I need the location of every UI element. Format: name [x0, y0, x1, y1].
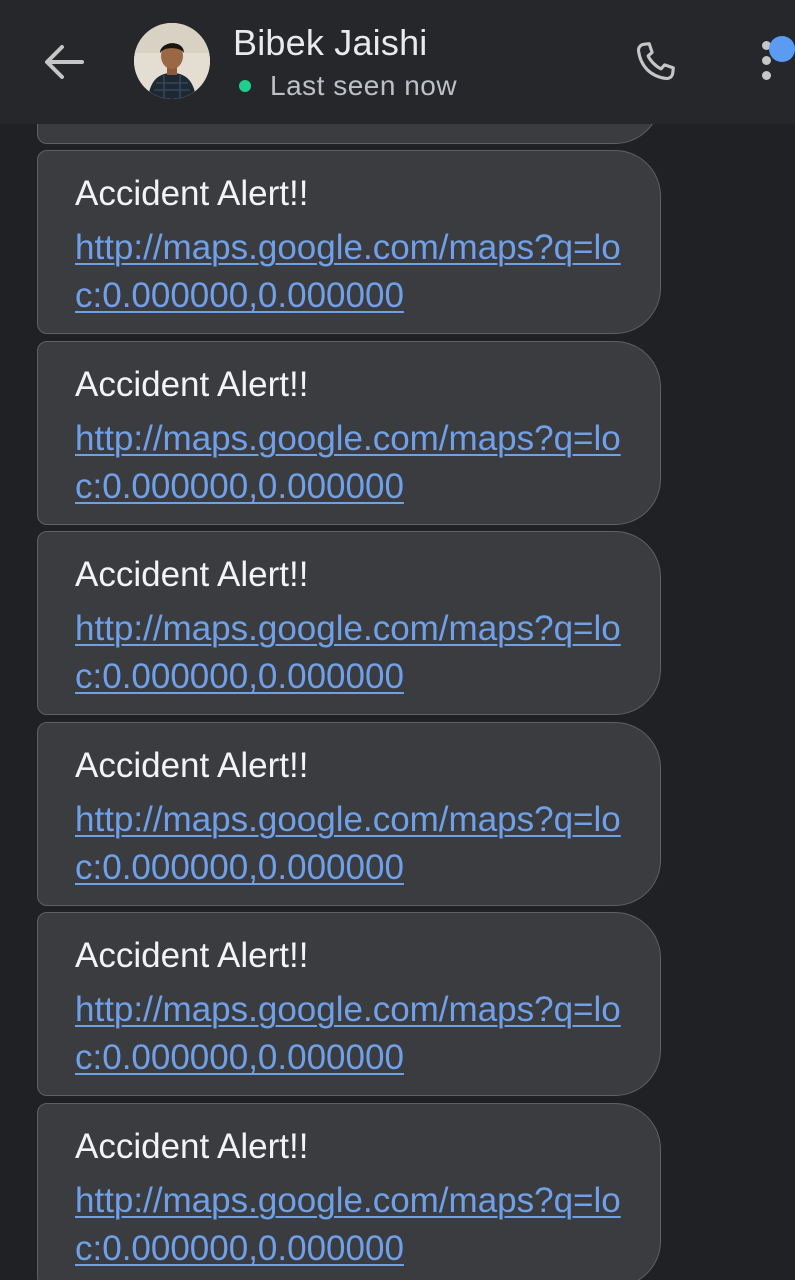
presence-status: Last seen now	[239, 70, 457, 102]
contact-name[interactable]: Bibek Jaishi	[233, 22, 428, 64]
message-title: Accident Alert!!	[75, 1127, 309, 1166]
arrow-left-icon	[45, 45, 84, 79]
phone-icon	[636, 42, 675, 81]
message-bubble[interactable]: Accident Alert!! http://maps.google.com/…	[37, 150, 661, 334]
message-title: Accident Alert!!	[75, 174, 309, 213]
location-link[interactable]: http://maps.google.com/maps?q=loc:0.0000…	[75, 415, 635, 511]
chat-header: Bibek Jaishi Last seen now	[0, 0, 795, 124]
location-link[interactable]: http://maps.google.com/maps?q=loc:0.0000…	[75, 986, 635, 1082]
message-bubble[interactable]: Accident Alert!! http://maps.google.com/…	[37, 912, 661, 1096]
location-link[interactable]: http://maps.google.com/maps?q=loc:0.0000…	[75, 605, 635, 701]
location-link[interactable]: http://maps.google.com/maps?q=loc:0.0000…	[75, 1177, 635, 1273]
message-list[interactable]: Accident Alert!! http://maps.google.com/…	[0, 0, 795, 1280]
avatar[interactable]	[134, 23, 210, 99]
online-indicator-icon	[239, 80, 251, 92]
message-title: Accident Alert!!	[75, 365, 309, 404]
contact-photo	[134, 23, 210, 99]
message-bubble[interactable]: Accident Alert!! http://maps.google.com/…	[37, 1103, 661, 1280]
message-title: Accident Alert!!	[75, 936, 309, 975]
more-vert-icon	[762, 56, 771, 65]
location-link[interactable]: http://maps.google.com/maps?q=loc:0.0000…	[75, 796, 635, 892]
message-bubble[interactable]: Accident Alert!! http://maps.google.com/…	[37, 531, 661, 715]
chat-screen: Accident Alert!! http://maps.google.com/…	[0, 0, 795, 1280]
message-bubble[interactable]: Accident Alert!! http://maps.google.com/…	[37, 722, 661, 906]
last-seen-text: Last seen now	[270, 70, 458, 101]
notification-badge-icon	[769, 36, 795, 62]
message-title: Accident Alert!!	[75, 555, 309, 594]
more-vert-icon	[762, 71, 771, 80]
call-button[interactable]	[624, 34, 686, 90]
message-title: Accident Alert!!	[75, 746, 309, 785]
location-link[interactable]: http://maps.google.com/maps?q=loc:0.0000…	[75, 224, 635, 320]
back-button[interactable]	[36, 32, 92, 92]
more-options-button[interactable]	[752, 32, 795, 92]
message-bubble[interactable]: Accident Alert!! http://maps.google.com/…	[37, 341, 661, 525]
